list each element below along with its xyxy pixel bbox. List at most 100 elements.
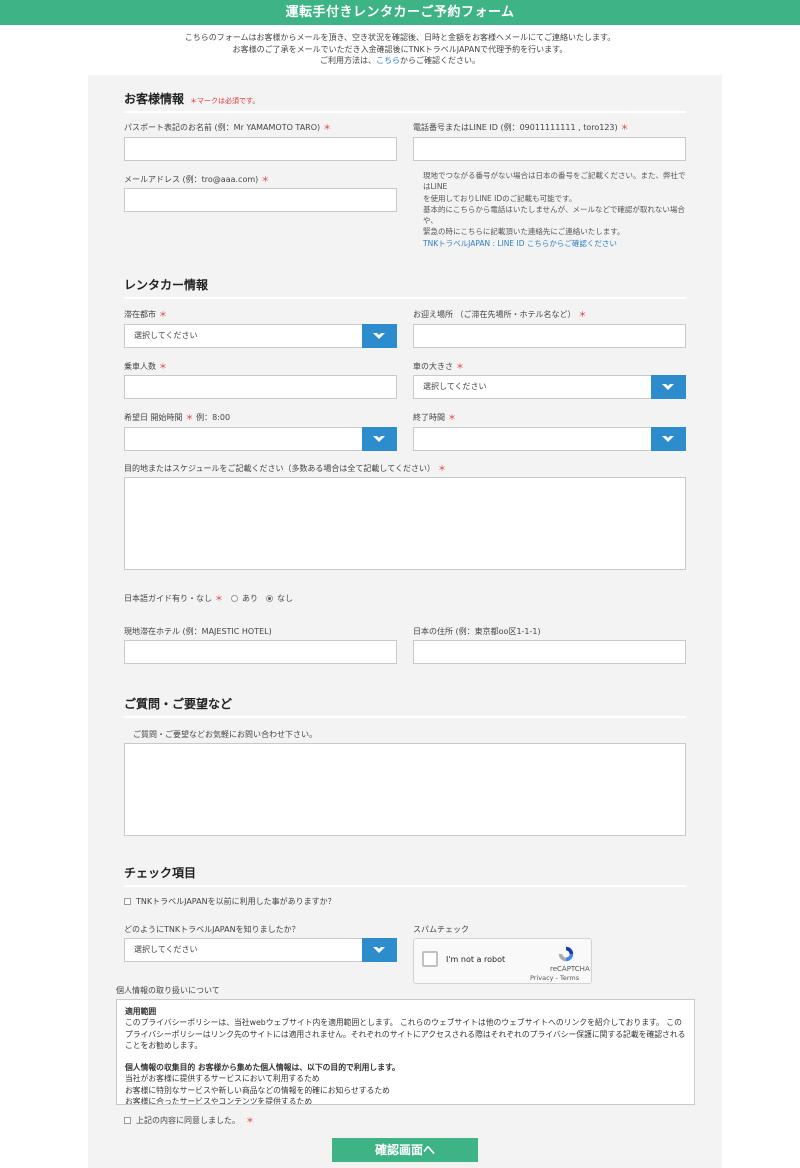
required-mark: ＊ xyxy=(448,413,456,422)
questions-section-title: ご質問・ご要望など xyxy=(124,695,686,718)
car-size-label: 車の大きさ＊ xyxy=(413,361,464,372)
required-mark: ＊ xyxy=(261,175,270,184)
name-input[interactable] xyxy=(124,137,397,161)
contact-help-text: 現地でつながる番号がない場合は日本の番号をご記載ください。また、弊社ではLINE… xyxy=(423,170,688,249)
guide-yes-label: あり xyxy=(242,594,258,603)
email-input[interactable] xyxy=(124,188,397,212)
policy-spacer xyxy=(125,1051,686,1062)
form-title: 運転手付きレンタカーご予約フォーム xyxy=(0,0,800,25)
guide-radio-group: 日本語ガイド有り・なし＊ あり なし xyxy=(124,593,293,604)
required-mark: ＊ xyxy=(437,464,446,473)
recaptcha-logo-icon xyxy=(558,946,574,962)
hotel-input[interactable] xyxy=(124,640,397,664)
phone-input[interactable] xyxy=(413,137,686,161)
recaptcha-checkbox[interactable] xyxy=(422,951,438,967)
required-mark: ＊ xyxy=(323,123,332,132)
intro-line-1: こちらのフォームはお客様からメールを頂き、空き状況を確認後、日時と金額をお客様へ… xyxy=(184,33,616,42)
recaptcha-terms[interactable]: Privacy - Terms xyxy=(530,974,579,982)
passengers-input[interactable] xyxy=(124,375,397,399)
rental-section-title: レンタカー情報 xyxy=(124,276,686,299)
phone-label: 電話番号またはLINE ID (例：09011111111 , toro123)… xyxy=(413,122,629,133)
start-time-label-text: 希望日 開始時間 xyxy=(124,413,183,422)
required-mark: ＊ xyxy=(215,594,223,603)
chevron-down-icon xyxy=(662,434,674,442)
city-label-text: 滞在都市 xyxy=(124,310,156,319)
passengers-label-text: 乗車人数 xyxy=(124,362,156,371)
intro-line-3: ご利用方法は、こちらからご確認ください。 xyxy=(0,55,800,67)
chevron-down-icon xyxy=(373,945,385,953)
schedule-label-text: 目的地またはスケジュールをご記載ください（多数ある場合は全て記載してください） xyxy=(124,464,435,473)
passengers-label: 乗車人数＊ xyxy=(124,361,167,372)
intro-line-2: お客様のご了承をメールでいただき入金確認後にTNKトラベルJAPANで代理予約を… xyxy=(232,44,568,54)
intro-line-3-prefix: ご利用方法は、 xyxy=(320,56,376,65)
questions-label: ご質問・ご要望などお気軽にお問い合わせ下さい。 xyxy=(133,730,317,739)
help-line-3: 基本的にこちらから電話はいたしませんが、メールなどで確認が取れない場合や、 xyxy=(423,204,685,226)
start-time-select[interactable] xyxy=(124,427,397,451)
agree-checkbox[interactable] xyxy=(124,1117,131,1124)
privacy-policy-box[interactable]: 適用範囲 このプライバシーポリシーは、当社webウェブサイト内を適用範囲とします… xyxy=(116,999,695,1105)
chevron-down-icon xyxy=(662,382,674,390)
start-time-select-button[interactable] xyxy=(362,427,397,451)
policy-item-1: 当社がお客様に提供するサービスにおいて利用するため xyxy=(125,1074,320,1084)
name-label: パスポート表記のお名前 (例：Mr YAMAMOTO TARO) ＊ xyxy=(124,122,331,133)
city-select-value: 選択してください xyxy=(134,331,198,340)
used-before-row: TNKトラベルJAPANを以前に利用した事がありますか？ xyxy=(124,896,336,907)
end-time-select-button[interactable] xyxy=(651,427,686,451)
phone-label-text: 電話番号またはLINE ID (例：09011111111 , toro123) xyxy=(413,123,618,132)
pickup-input[interactable] xyxy=(413,324,686,348)
agree-row: 上記の内容に同意しました。 ＊ xyxy=(124,1115,254,1126)
policy-item-2: お客様に特別なサービスや新しい商品などの情報を的確にお知らせするため xyxy=(125,1085,390,1095)
required-mark: ＊ xyxy=(246,1116,254,1125)
policy-heading-scope: 適用範囲 xyxy=(125,1007,157,1016)
email-label-text: メールアドレス (例：tro@aaa.com) xyxy=(124,175,259,184)
line-id-link[interactable]: TNKトラベルJAPAN : LINE ID こちらからご確認ください xyxy=(423,238,688,249)
pickup-label-text: お迎え場所 （ご滞在先場所・ホテル名など） xyxy=(413,310,576,319)
recaptcha-text: I'm not a robot xyxy=(446,955,506,964)
city-select-button[interactable] xyxy=(362,324,397,348)
email-label: メールアドレス (例：tro@aaa.com) ＊ xyxy=(124,174,269,185)
recaptcha-widget: I'm not a robot reCAPTCHA Privacy - Term… xyxy=(413,938,592,984)
required-mark: ＊ xyxy=(578,310,587,319)
how-known-select-value: 選択してください xyxy=(134,945,198,954)
required-mark: ＊ xyxy=(185,413,194,422)
city-select[interactable]: 選択してください xyxy=(124,324,397,348)
customer-title-text: お客様情報 xyxy=(124,92,185,106)
required-mark: ＊ xyxy=(620,123,629,132)
required-note: ＊マークは必須です。 xyxy=(190,97,260,105)
questions-textarea[interactable] xyxy=(124,743,686,836)
end-time-select[interactable] xyxy=(413,427,686,451)
policy-paragraph-scope: このプライバシーポリシーは、当社webウェブサイト内を適用範囲とします。 これら… xyxy=(125,1018,686,1050)
how-known-select[interactable]: 選択してください xyxy=(124,938,397,962)
pickup-label: お迎え場所 （ご滞在先場所・ホテル名など）＊ xyxy=(413,309,587,320)
schedule-textarea[interactable] xyxy=(124,477,686,570)
required-mark: ＊ xyxy=(159,362,167,371)
car-size-select-button[interactable] xyxy=(651,375,686,399)
policy-item-3: お客様に合ったサービスやコンテンツを提供するため xyxy=(125,1097,313,1105)
how-known-select-button[interactable] xyxy=(362,938,397,962)
car-size-select[interactable]: 選択してください xyxy=(413,375,686,399)
help-line-2: を使用しておりLINE IDのご記載も可能です。 xyxy=(423,193,577,203)
city-label: 滞在都市＊ xyxy=(124,309,167,320)
customer-section-title: お客様情報 ＊マークは必須です。 xyxy=(124,90,686,113)
end-time-label: 終了時間＊ xyxy=(413,412,456,423)
start-time-label: 希望日 開始時間＊ 例：8:00 xyxy=(124,412,230,423)
chevron-down-icon xyxy=(373,434,385,442)
questions-title-text: ご質問・ご要望など xyxy=(124,697,233,711)
address-label: 日本の住所 (例：東京都oo区1-1-1) xyxy=(413,627,541,636)
how-known-label: どのようにTNKトラベルJAPANを知りましたか？ xyxy=(124,925,300,934)
used-before-checkbox[interactable] xyxy=(124,898,131,905)
guide-yes-radio[interactable] xyxy=(231,595,238,602)
confirm-button[interactable]: 確認画面へ xyxy=(332,1138,478,1162)
schedule-label: 目的地またはスケジュールをご記載ください（多数ある場合は全て記載してください）＊ xyxy=(124,463,446,474)
end-time-label-text: 終了時間 xyxy=(413,413,445,422)
guide-no-radio[interactable] xyxy=(266,595,273,602)
start-time-example: 例：8:00 xyxy=(196,413,231,422)
policy-heading-purpose: 個人情報の収集目的 お客様から集めた個人情報は、以下の目的で利用します。 xyxy=(125,1063,400,1073)
chevron-down-icon xyxy=(373,331,385,339)
name-label-text: パスポート表記のお名前 (例：Mr YAMAMOTO TARO) xyxy=(124,123,321,132)
used-before-label: TNKトラベルJAPANを以前に利用した事がありますか？ xyxy=(136,897,336,906)
address-input[interactable] xyxy=(413,640,686,664)
checks-title-text: チェック項目 xyxy=(124,866,197,880)
usage-link[interactable]: こちら xyxy=(376,56,400,65)
intro-line-3-suffix: からご確認ください。 xyxy=(400,56,480,65)
